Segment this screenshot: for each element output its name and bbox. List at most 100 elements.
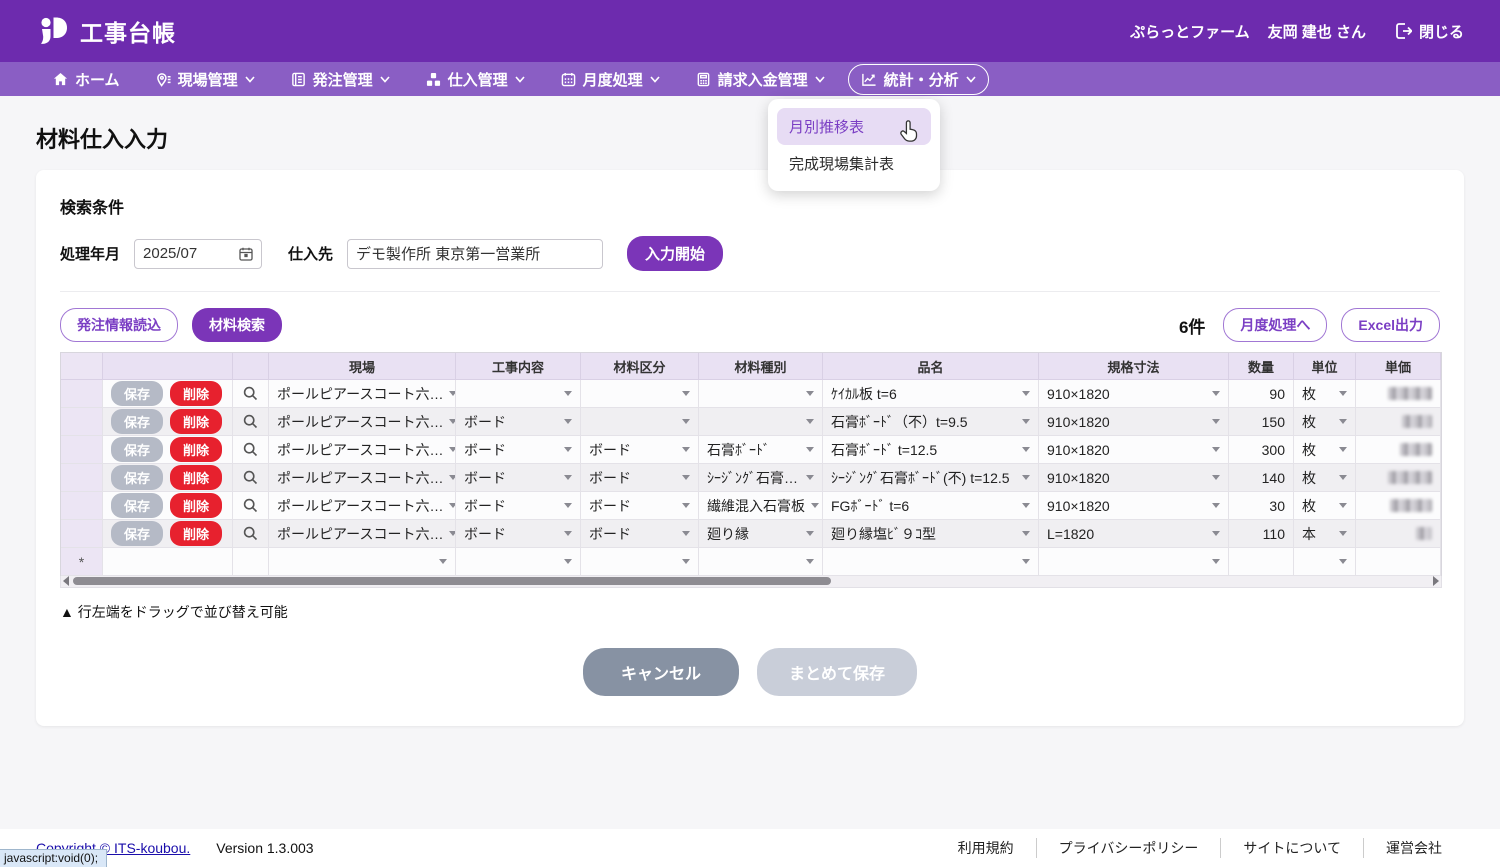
start-input-button[interactable]: 入力開始	[627, 236, 723, 271]
size-dropdown[interactable]: 910×1820	[1039, 408, 1229, 436]
nav-item-stats[interactable]: 統計・分析	[848, 64, 989, 95]
size-dropdown[interactable]: 910×1820	[1039, 492, 1229, 520]
work-dropdown[interactable]	[456, 548, 581, 576]
site-dropdown[interactable]: ポールピアースコート六…	[269, 492, 456, 520]
row-drag-handle[interactable]	[61, 464, 103, 492]
nav-item-billing[interactable]: 請求入金管理	[683, 64, 838, 95]
unit-dropdown[interactable]	[1294, 548, 1356, 576]
save-button[interactable]: 保存	[111, 409, 163, 434]
unit-dropdown[interactable]: 枚	[1294, 492, 1356, 520]
size-dropdown[interactable]: L=1820	[1039, 520, 1229, 548]
qty-input[interactable]: 110	[1229, 520, 1294, 548]
horizontal-scrollbar[interactable]	[60, 576, 1442, 588]
calendar-picker-icon[interactable]	[239, 247, 253, 261]
delete-button[interactable]: 削除	[170, 381, 222, 406]
type-dropdown[interactable]	[699, 408, 823, 436]
terms-link[interactable]: 利用規約	[936, 838, 1036, 858]
type-dropdown[interactable]: 石膏ﾎﾞｰﾄﾞ	[699, 436, 823, 464]
qty-input[interactable]: 90	[1229, 380, 1294, 408]
size-dropdown[interactable]	[1039, 548, 1229, 576]
about-site-link[interactable]: サイトについて	[1220, 838, 1363, 858]
nav-item-home[interactable]: ホーム	[40, 64, 133, 95]
category-dropdown[interactable]: ボード	[581, 436, 699, 464]
row-drag-handle[interactable]	[61, 436, 103, 464]
row-search-button[interactable]	[233, 492, 269, 520]
qty-input[interactable]	[1229, 548, 1294, 576]
unit-dropdown[interactable]: 本	[1294, 520, 1356, 548]
unit-dropdown[interactable]: 枚	[1294, 380, 1356, 408]
close-button[interactable]: 閉じる	[1394, 21, 1464, 42]
category-dropdown[interactable]	[581, 380, 699, 408]
product-dropdown[interactable]	[823, 548, 1039, 576]
row-drag-handle[interactable]	[61, 408, 103, 436]
type-dropdown[interactable]	[699, 380, 823, 408]
month-input[interactable]: 2025/07	[134, 239, 262, 269]
category-dropdown[interactable]: ボード	[581, 520, 699, 548]
category-dropdown[interactable]: ボード	[581, 464, 699, 492]
price-input[interactable]	[1356, 464, 1441, 492]
material-search-button[interactable]: 材料検索	[192, 308, 282, 342]
category-dropdown[interactable]	[581, 548, 699, 576]
unit-dropdown[interactable]: 枚	[1294, 436, 1356, 464]
save-button[interactable]: 保存	[111, 493, 163, 518]
price-input[interactable]	[1356, 380, 1441, 408]
nav-item-order[interactable]: 発注管理	[278, 64, 403, 95]
qty-input[interactable]: 300	[1229, 436, 1294, 464]
load-order-info-button[interactable]: 発注情報読込	[60, 308, 178, 342]
work-dropdown[interactable]: ボード	[456, 492, 581, 520]
save-button[interactable]: 保存	[111, 437, 163, 462]
row-search-button[interactable]	[233, 380, 269, 408]
site-dropdown[interactable]: ポールピアースコート六…	[269, 380, 456, 408]
nav-item-site[interactable]: 現場管理	[143, 64, 268, 95]
site-dropdown[interactable]: ポールピアースコート六…	[269, 520, 456, 548]
scrollbar-thumb[interactable]	[73, 577, 831, 585]
delete-button[interactable]: 削除	[170, 521, 222, 546]
work-dropdown[interactable]	[456, 380, 581, 408]
category-dropdown[interactable]: ボード	[581, 492, 699, 520]
save-button[interactable]: 保存	[111, 521, 163, 546]
to-monthly-button[interactable]: 月度処理へ	[1223, 308, 1327, 342]
scroll-left-arrow-icon[interactable]	[63, 576, 69, 586]
product-dropdown[interactable]: FGﾎﾞｰﾄﾞ t=6	[823, 492, 1039, 520]
price-input[interactable]	[1356, 520, 1441, 548]
product-dropdown[interactable]: ｼｰｼﾞﾝｸﾞ石膏ﾎﾞｰﾄﾞ(不) t=12.5	[823, 464, 1039, 492]
nav-item-monthly[interactable]: 月度処理	[548, 64, 673, 95]
site-dropdown[interactable]: ポールピアースコート六…	[269, 436, 456, 464]
qty-input[interactable]: 140	[1229, 464, 1294, 492]
delete-button[interactable]: 削除	[170, 493, 222, 518]
row-drag-handle[interactable]	[61, 380, 103, 408]
scroll-right-arrow-icon[interactable]	[1433, 576, 1439, 586]
product-dropdown[interactable]: 石膏ﾎﾞｰﾄﾞ t=12.5	[823, 436, 1039, 464]
supplier-input[interactable]: デモ製作所 東京第一営業所	[347, 239, 603, 269]
save-button[interactable]: 保存	[111, 465, 163, 490]
row-search-button[interactable]	[233, 436, 269, 464]
product-dropdown[interactable]: ｹｲｶﾙ板 t=6	[823, 380, 1039, 408]
unit-dropdown[interactable]: 枚	[1294, 408, 1356, 436]
work-dropdown[interactable]: ボード	[456, 464, 581, 492]
site-dropdown[interactable]: ポールピアースコート六…	[269, 464, 456, 492]
size-dropdown[interactable]: 910×1820	[1039, 380, 1229, 408]
row-search-button[interactable]	[233, 464, 269, 492]
excel-export-button[interactable]: Excel出力	[1341, 308, 1440, 342]
type-dropdown[interactable]: 廻り縁	[699, 520, 823, 548]
cancel-button[interactable]: キャンセル	[583, 648, 739, 696]
privacy-policy-link[interactable]: プライバシーポリシー	[1036, 838, 1221, 858]
size-dropdown[interactable]: 910×1820	[1039, 436, 1229, 464]
product-dropdown[interactable]: 石膏ﾎﾞｰﾄﾞ（不）t=9.5	[823, 408, 1039, 436]
product-dropdown[interactable]: 廻り縁塩ﾋﾞ９ｺ型	[823, 520, 1039, 548]
size-dropdown[interactable]: 910×1820	[1039, 464, 1229, 492]
save-all-button[interactable]: まとめて保存	[757, 648, 917, 696]
price-input[interactable]	[1356, 408, 1441, 436]
site-dropdown[interactable]: ポールピアースコート六…	[269, 408, 456, 436]
row-search-button[interactable]	[233, 520, 269, 548]
type-dropdown[interactable]: 繊維混入石膏板	[699, 492, 823, 520]
qty-input[interactable]: 30	[1229, 492, 1294, 520]
menu-item-completed-sites[interactable]: 完成現場集計表	[777, 145, 931, 182]
delete-button[interactable]: 削除	[170, 465, 222, 490]
nav-item-purchase[interactable]: 仕入管理	[413, 64, 538, 95]
save-button[interactable]: 保存	[111, 381, 163, 406]
type-dropdown[interactable]	[699, 548, 823, 576]
row-drag-handle[interactable]	[61, 492, 103, 520]
delete-button[interactable]: 削除	[170, 409, 222, 434]
work-dropdown[interactable]: ボード	[456, 520, 581, 548]
